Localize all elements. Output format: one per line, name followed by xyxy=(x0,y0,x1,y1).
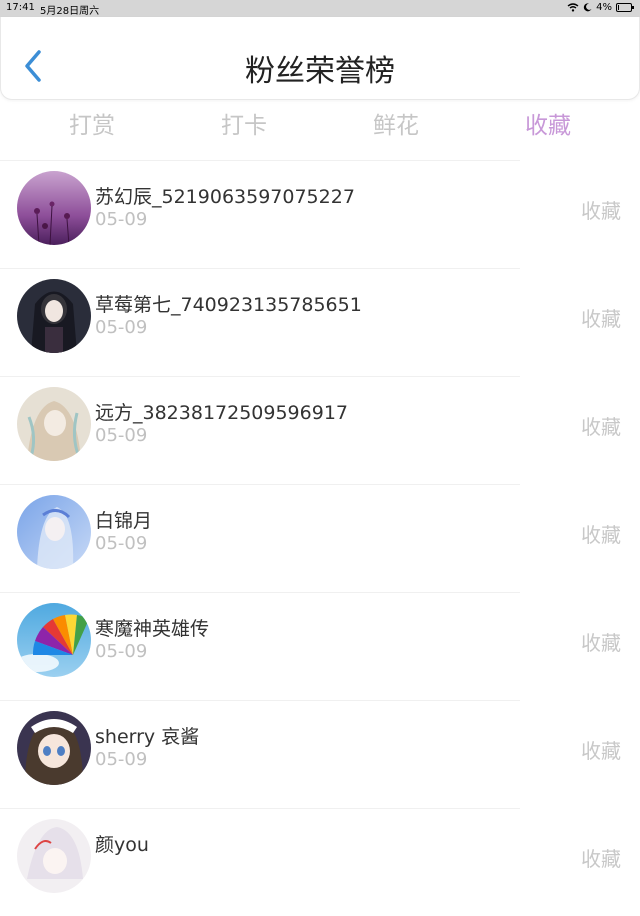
battery-percent: 4% xyxy=(596,2,612,13)
list-item[interactable]: 苏幻辰_5219063597075227 05-09 收藏 xyxy=(0,160,640,268)
tab-flowers[interactable]: 鲜花 xyxy=(356,106,436,140)
page-title: 粉丝荣誉榜 xyxy=(245,54,395,89)
divider xyxy=(0,268,520,269)
list-item[interactable]: 寒魔神英雄传 05-09 收藏 xyxy=(0,592,640,700)
divider xyxy=(0,592,520,593)
list-item[interactable]: 草莓第七_740923135785651 05-09 收藏 xyxy=(0,268,640,376)
divider xyxy=(0,160,520,161)
collect-button[interactable]: 收藏 xyxy=(581,411,621,440)
moon-icon xyxy=(583,3,592,12)
fan-name: sherry 哀酱 xyxy=(95,726,200,748)
fan-name: 草莓第七_740923135785651 xyxy=(95,294,362,316)
fan-name: 苏幻辰_5219063597075227 xyxy=(95,186,355,208)
avatar xyxy=(17,711,91,785)
fan-name: 寒魔神英雄传 xyxy=(95,618,210,640)
list-item[interactable]: 白锦月 05-09 收藏 xyxy=(0,484,640,592)
fan-date: 05-09 xyxy=(95,641,148,662)
avatar xyxy=(17,819,91,893)
avatar xyxy=(17,171,91,245)
status-date: 5月28日周六 xyxy=(40,6,100,17)
tab-tip[interactable]: 打赏 xyxy=(52,106,132,140)
tab-collect[interactable]: 收藏 xyxy=(508,106,588,140)
tab-checkin[interactable]: 打卡 xyxy=(204,106,284,140)
collect-button[interactable]: 收藏 xyxy=(581,519,621,548)
fan-date: 05-09 xyxy=(95,533,148,554)
fan-date: 05-09 xyxy=(95,317,148,338)
fan-date: 05-09 xyxy=(95,425,148,446)
battery-icon xyxy=(616,3,634,12)
list-item[interactable]: 颜you 收藏 xyxy=(0,808,640,916)
avatar xyxy=(17,387,91,461)
list-item[interactable]: sherry 哀酱 05-09 收藏 xyxy=(0,700,640,808)
collect-button[interactable]: 收藏 xyxy=(581,843,621,872)
divider xyxy=(0,808,520,809)
status-bar: 17:41 5月28日周六 4% xyxy=(0,0,640,17)
wifi-icon xyxy=(567,3,579,12)
tab-bar: 打赏 打卡 鲜花 收藏 xyxy=(0,100,640,146)
status-right: 4% xyxy=(567,2,634,13)
nav-header: 粉丝荣誉榜 xyxy=(0,17,640,100)
collect-button[interactable]: 收藏 xyxy=(581,303,621,332)
avatar xyxy=(17,603,91,677)
list-item[interactable]: 远方_38238172509596917 05-09 收藏 xyxy=(0,376,640,484)
collect-button[interactable]: 收藏 xyxy=(581,627,621,656)
divider xyxy=(0,484,520,485)
divider xyxy=(0,700,520,701)
avatar xyxy=(17,495,91,569)
avatar xyxy=(17,279,91,353)
collect-button[interactable]: 收藏 xyxy=(581,195,621,224)
status-time: 17:41 xyxy=(6,2,35,13)
fan-name: 白锦月 xyxy=(95,510,153,532)
fan-date: 05-09 xyxy=(95,749,148,770)
fan-date: 05-09 xyxy=(95,209,148,230)
fan-name: 远方_38238172509596917 xyxy=(95,402,349,424)
divider xyxy=(0,376,520,377)
collect-button[interactable]: 收藏 xyxy=(581,735,621,764)
